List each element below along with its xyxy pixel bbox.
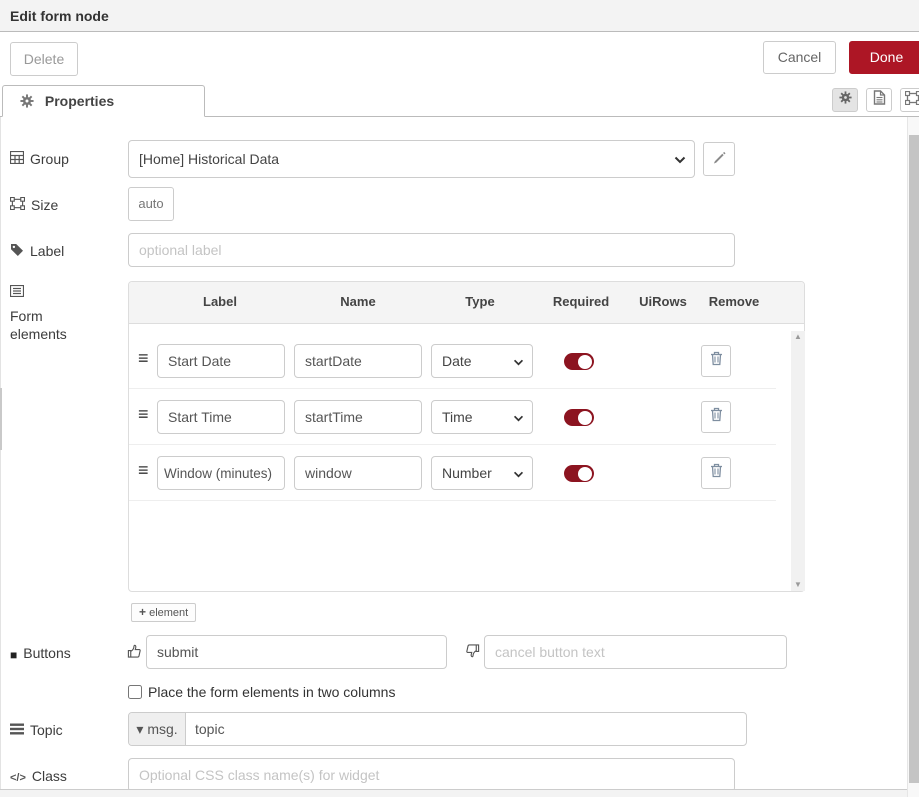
- group-select[interactable]: [Home] Historical Data: [128, 140, 695, 178]
- topic-typed-input[interactable]: ▾ msg. topic: [128, 712, 747, 746]
- class-input[interactable]: [128, 758, 735, 792]
- required-toggle[interactable]: [564, 409, 594, 426]
- description-tab-button[interactable]: [866, 88, 892, 112]
- required-toggle[interactable]: [564, 465, 594, 482]
- remove-element-button[interactable]: [701, 457, 731, 489]
- class-field-label: </> Class: [10, 767, 67, 787]
- cancel-button-text-input[interactable]: [484, 635, 787, 669]
- object-group-icon: [10, 196, 25, 214]
- col-header-required: Required: [553, 294, 609, 309]
- scroll-down-icon[interactable]: ▼: [791, 579, 805, 591]
- element-name-input[interactable]: [294, 456, 422, 490]
- col-header-type: Type: [465, 294, 494, 309]
- dialog-button-bar: Delete Cancel Done: [0, 33, 919, 84]
- col-header-name: Name: [340, 294, 375, 309]
- label-field-label: Label: [10, 242, 64, 261]
- topic-value: topic: [186, 721, 225, 737]
- trash-icon: [710, 351, 723, 371]
- drag-handle-icon[interactable]: ≡: [138, 348, 149, 369]
- node-appearance-icon: [905, 91, 919, 110]
- chevron-down-icon: [513, 409, 524, 425]
- trash-icon: [710, 463, 723, 483]
- buttons-field-label: ■ Buttons: [10, 644, 71, 664]
- square-icon: ■: [10, 646, 17, 664]
- chevron-down-icon: [674, 151, 686, 167]
- size-field-label: Size: [10, 196, 58, 214]
- tab-properties[interactable]: Properties: [2, 85, 205, 117]
- cancel-button[interactable]: Cancel: [763, 41, 836, 74]
- tag-icon: [10, 242, 24, 261]
- submit-button-text-input[interactable]: [146, 635, 447, 669]
- col-header-uirows: UiRows: [639, 294, 687, 309]
- scrollbar-thumb[interactable]: [909, 135, 919, 783]
- properties-tab-button[interactable]: [832, 88, 858, 112]
- tab-properties-label: Properties: [45, 93, 114, 109]
- form-elements-table: Label Name Type Required UiRows Remove ≡…: [128, 281, 805, 592]
- form-elements-table-header: Label Name Type Required UiRows Remove: [129, 282, 804, 324]
- edit-form-node-dialog: Edit form node Delete Cancel Done Proper…: [0, 0, 919, 797]
- element-name-input[interactable]: [294, 344, 422, 378]
- edit-group-button[interactable]: [703, 142, 735, 176]
- thumbs-up-icon: [127, 643, 142, 664]
- tray-resize-grip[interactable]: [0, 388, 2, 450]
- drag-handle-icon[interactable]: ≡: [138, 460, 149, 481]
- gear-icon: [839, 91, 852, 109]
- form-element-row: ≡ Time: [129, 389, 776, 445]
- main-scrollbar[interactable]: [907, 117, 919, 797]
- tasks-icon: [10, 721, 24, 739]
- code-icon: </>: [10, 769, 26, 787]
- gear-icon: [20, 95, 38, 111]
- element-name-input[interactable]: [294, 400, 422, 434]
- element-type-select[interactable]: Number: [431, 456, 533, 490]
- thumbs-down-icon: [465, 643, 480, 664]
- remove-element-button[interactable]: [701, 345, 731, 377]
- topic-prefix-label: msg.: [147, 721, 177, 737]
- chevron-down-icon: [513, 353, 524, 369]
- add-element-button[interactable]: + element: [131, 603, 196, 622]
- element-type-select[interactable]: Time: [431, 400, 533, 434]
- element-label-input[interactable]: [157, 456, 285, 490]
- group-field-label: Group: [10, 150, 69, 168]
- table-icon: [10, 150, 24, 168]
- delete-button[interactable]: Delete: [10, 42, 78, 76]
- size-button[interactable]: auto: [128, 187, 174, 221]
- table-scrollbar[interactable]: ▲ ▼: [791, 331, 805, 591]
- caret-down-icon: ▾: [136, 721, 143, 738]
- form-element-row: ≡ Number: [129, 445, 776, 501]
- two-columns-label: Place the form elements in two columns: [148, 684, 395, 700]
- list-alt-icon: [10, 283, 24, 301]
- document-icon: [873, 90, 886, 110]
- chevron-down-icon: [513, 465, 524, 481]
- tray-bottom-edge: [0, 789, 919, 797]
- topic-field-label: Topic: [10, 721, 63, 739]
- tab-bar: Properties: [0, 84, 919, 117]
- tray-left-edge: [0, 117, 1, 797]
- form-element-row: ≡ Date: [129, 333, 776, 389]
- label-input[interactable]: [128, 233, 735, 267]
- form-elements-field-label: Form elements: [10, 283, 96, 343]
- remove-element-button[interactable]: [701, 401, 731, 433]
- plus-icon: +: [139, 605, 146, 619]
- topic-type-selector[interactable]: ▾ msg.: [129, 713, 186, 745]
- col-header-label: Label: [203, 294, 237, 309]
- required-toggle[interactable]: [564, 353, 594, 370]
- element-label-input[interactable]: [157, 344, 285, 378]
- trash-icon: [710, 407, 723, 427]
- scroll-up-icon[interactable]: ▲: [791, 331, 805, 343]
- done-button[interactable]: Done: [849, 41, 919, 74]
- two-columns-option: Place the form elements in two columns: [128, 684, 395, 700]
- pencil-icon: [713, 151, 726, 167]
- two-columns-checkbox[interactable]: [128, 685, 142, 699]
- drag-handle-icon[interactable]: ≡: [138, 404, 149, 425]
- col-header-remove: Remove: [709, 294, 760, 309]
- appearance-tab-button[interactable]: [900, 88, 919, 112]
- element-label-input[interactable]: [157, 400, 285, 434]
- dialog-title: Edit form node: [0, 0, 919, 32]
- group-select-value: [Home] Historical Data: [139, 151, 279, 167]
- element-type-select[interactable]: Date: [431, 344, 533, 378]
